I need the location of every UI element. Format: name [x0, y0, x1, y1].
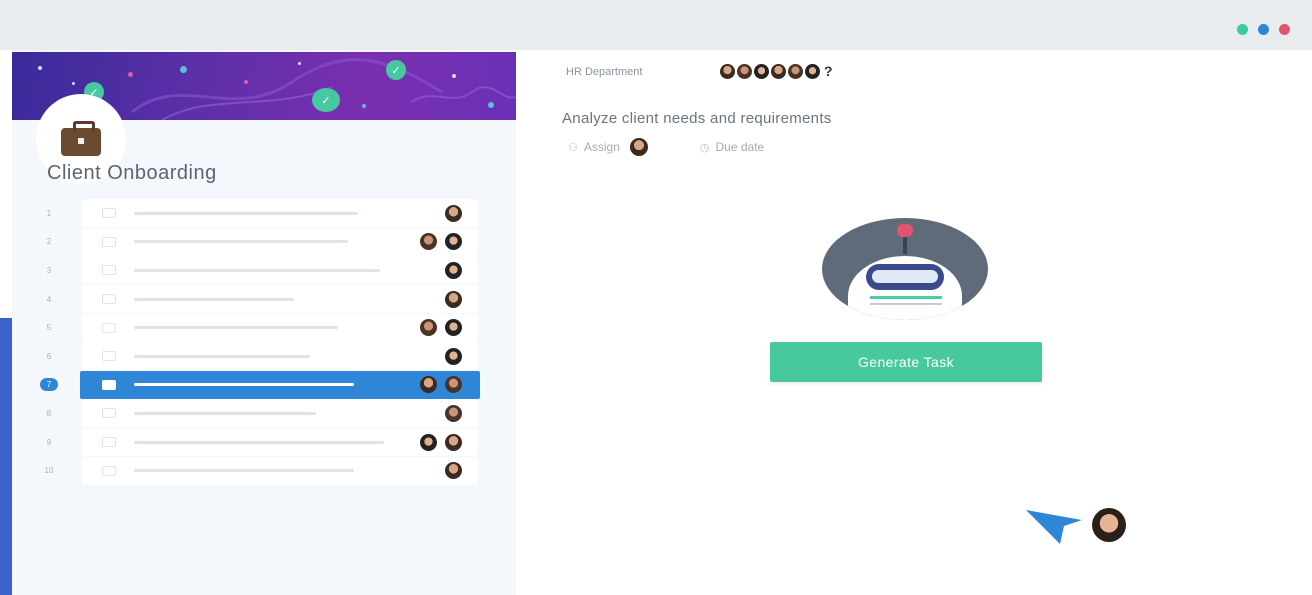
check-icon: ✓ — [386, 60, 406, 80]
avatar — [420, 376, 437, 394]
department-label: HR Department — [566, 66, 643, 78]
robot-light — [897, 224, 913, 237]
task-checkbox[interactable] — [102, 294, 116, 305]
assign-label[interactable]: Assign — [584, 140, 620, 154]
task-row[interactable]: 1 — [34, 199, 478, 228]
avatar — [445, 462, 462, 480]
avatar — [737, 64, 752, 79]
avatar — [445, 347, 462, 365]
task-number: 2 — [46, 237, 52, 247]
avatar — [420, 233, 437, 251]
check-icon: ✓ — [312, 88, 340, 112]
sidebar: ✓ ✓ ✓ Client Onboarding 1 2 3 4 5 6 7 8 9 10 — [12, 50, 516, 595]
task-text-placeholder — [134, 411, 316, 415]
window-titlebar — [0, 0, 1312, 50]
task-checkbox[interactable] — [102, 265, 116, 276]
task-text-placeholder — [134, 383, 354, 387]
task-text-placeholder — [134, 354, 310, 358]
briefcase-icon — [61, 121, 101, 156]
avatar — [445, 433, 462, 451]
calendar-icon: ◷ — [699, 141, 710, 154]
task-checkbox[interactable] — [102, 465, 116, 476]
avatar — [788, 64, 803, 79]
close-button[interactable] — [1279, 24, 1290, 35]
task-detail-panel: HR Department ? Analyze client needs and… — [516, 50, 1312, 595]
task-checkbox[interactable] — [102, 208, 116, 219]
task-row[interactable]: 6 — [34, 342, 478, 371]
maximize-button[interactable] — [1258, 24, 1269, 35]
avatar — [445, 376, 462, 394]
task-checkbox[interactable] — [102, 379, 116, 390]
app-window: ✓ ✓ ✓ Client Onboarding 1 2 3 4 5 6 7 8 9 10 HR D… — [0, 0, 1312, 595]
robot-illustration — [822, 218, 988, 320]
task-text-placeholder — [134, 297, 294, 301]
task-meta: ⚇ Assign ◷ Due date — [568, 138, 764, 156]
avatar — [420, 319, 437, 337]
task-number: 6 — [46, 351, 52, 361]
task-row[interactable]: 10 — [34, 456, 478, 485]
task-assignees[interactable] — [445, 462, 462, 480]
task-checkbox[interactable] — [102, 351, 116, 362]
avatar — [445, 204, 462, 222]
task-assignees[interactable] — [445, 204, 462, 222]
task-text-placeholder — [134, 440, 384, 444]
due-date-label[interactable]: Due date — [716, 140, 765, 154]
generate-task-button[interactable]: Generate Task — [770, 342, 1042, 382]
avatar — [771, 64, 786, 79]
task-checkbox[interactable] — [102, 408, 116, 419]
window-controls — [1237, 24, 1290, 35]
task-number: 5 — [46, 323, 52, 333]
collaborator-avatar — [1092, 508, 1126, 542]
task-text-placeholder — [134, 211, 358, 215]
task-assignees[interactable] — [420, 319, 462, 337]
task-number: 4 — [46, 294, 52, 304]
avatar — [445, 261, 462, 279]
task-assignees[interactable] — [420, 233, 462, 251]
task-text-placeholder — [134, 268, 380, 272]
task-text-placeholder — [134, 469, 354, 473]
task-number: 1 — [46, 208, 52, 218]
user-icon: ⚇ — [568, 141, 578, 154]
task-row[interactable]: 4 — [34, 285, 478, 314]
assignee-avatar[interactable] — [629, 138, 648, 156]
task-text-placeholder — [134, 326, 338, 330]
task-row[interactable]: 5 — [34, 313, 478, 342]
avatar — [754, 64, 769, 79]
task-row[interactable]: 9 — [34, 428, 478, 457]
task-text-placeholder — [134, 240, 348, 244]
cursor-icon — [1026, 510, 1082, 544]
task-checkbox[interactable] — [102, 437, 116, 448]
task-assignees[interactable] — [445, 404, 462, 422]
more-members[interactable]: ? — [824, 64, 833, 79]
task-list: 1 2 3 4 5 6 7 8 9 10 — [34, 199, 480, 485]
avatar — [420, 433, 437, 451]
avatar — [445, 290, 462, 308]
department-members[interactable]: ? — [720, 64, 833, 79]
task-row[interactable]: 2 — [34, 227, 478, 257]
avatar — [445, 404, 462, 422]
task-assignees[interactable] — [445, 347, 462, 365]
task-number: 9 — [46, 437, 52, 447]
accent-strip — [0, 318, 12, 595]
avatar — [445, 319, 462, 337]
task-number: 8 — [46, 408, 52, 418]
task-row[interactable]: 3 — [34, 256, 478, 285]
task-checkbox[interactable] — [102, 322, 116, 333]
task-assignees[interactable] — [420, 433, 462, 451]
task-row[interactable]: 8 — [34, 399, 478, 428]
avatar — [445, 233, 462, 251]
task-number: 10 — [44, 466, 54, 476]
task-number: 7 — [40, 378, 58, 392]
task-assignees[interactable] — [445, 290, 462, 308]
minimize-button[interactable] — [1237, 24, 1248, 35]
project-title: Client Onboarding — [47, 162, 217, 184]
task-number: 3 — [46, 265, 52, 275]
task-assignees[interactable] — [445, 261, 462, 279]
task-row[interactable]: 7 — [34, 370, 480, 400]
task-checkbox[interactable] — [102, 236, 116, 247]
avatar — [720, 64, 735, 79]
task-assignees[interactable] — [420, 376, 462, 394]
avatar — [805, 64, 820, 79]
task-title[interactable]: Analyze client needs and requirements — [562, 110, 832, 127]
